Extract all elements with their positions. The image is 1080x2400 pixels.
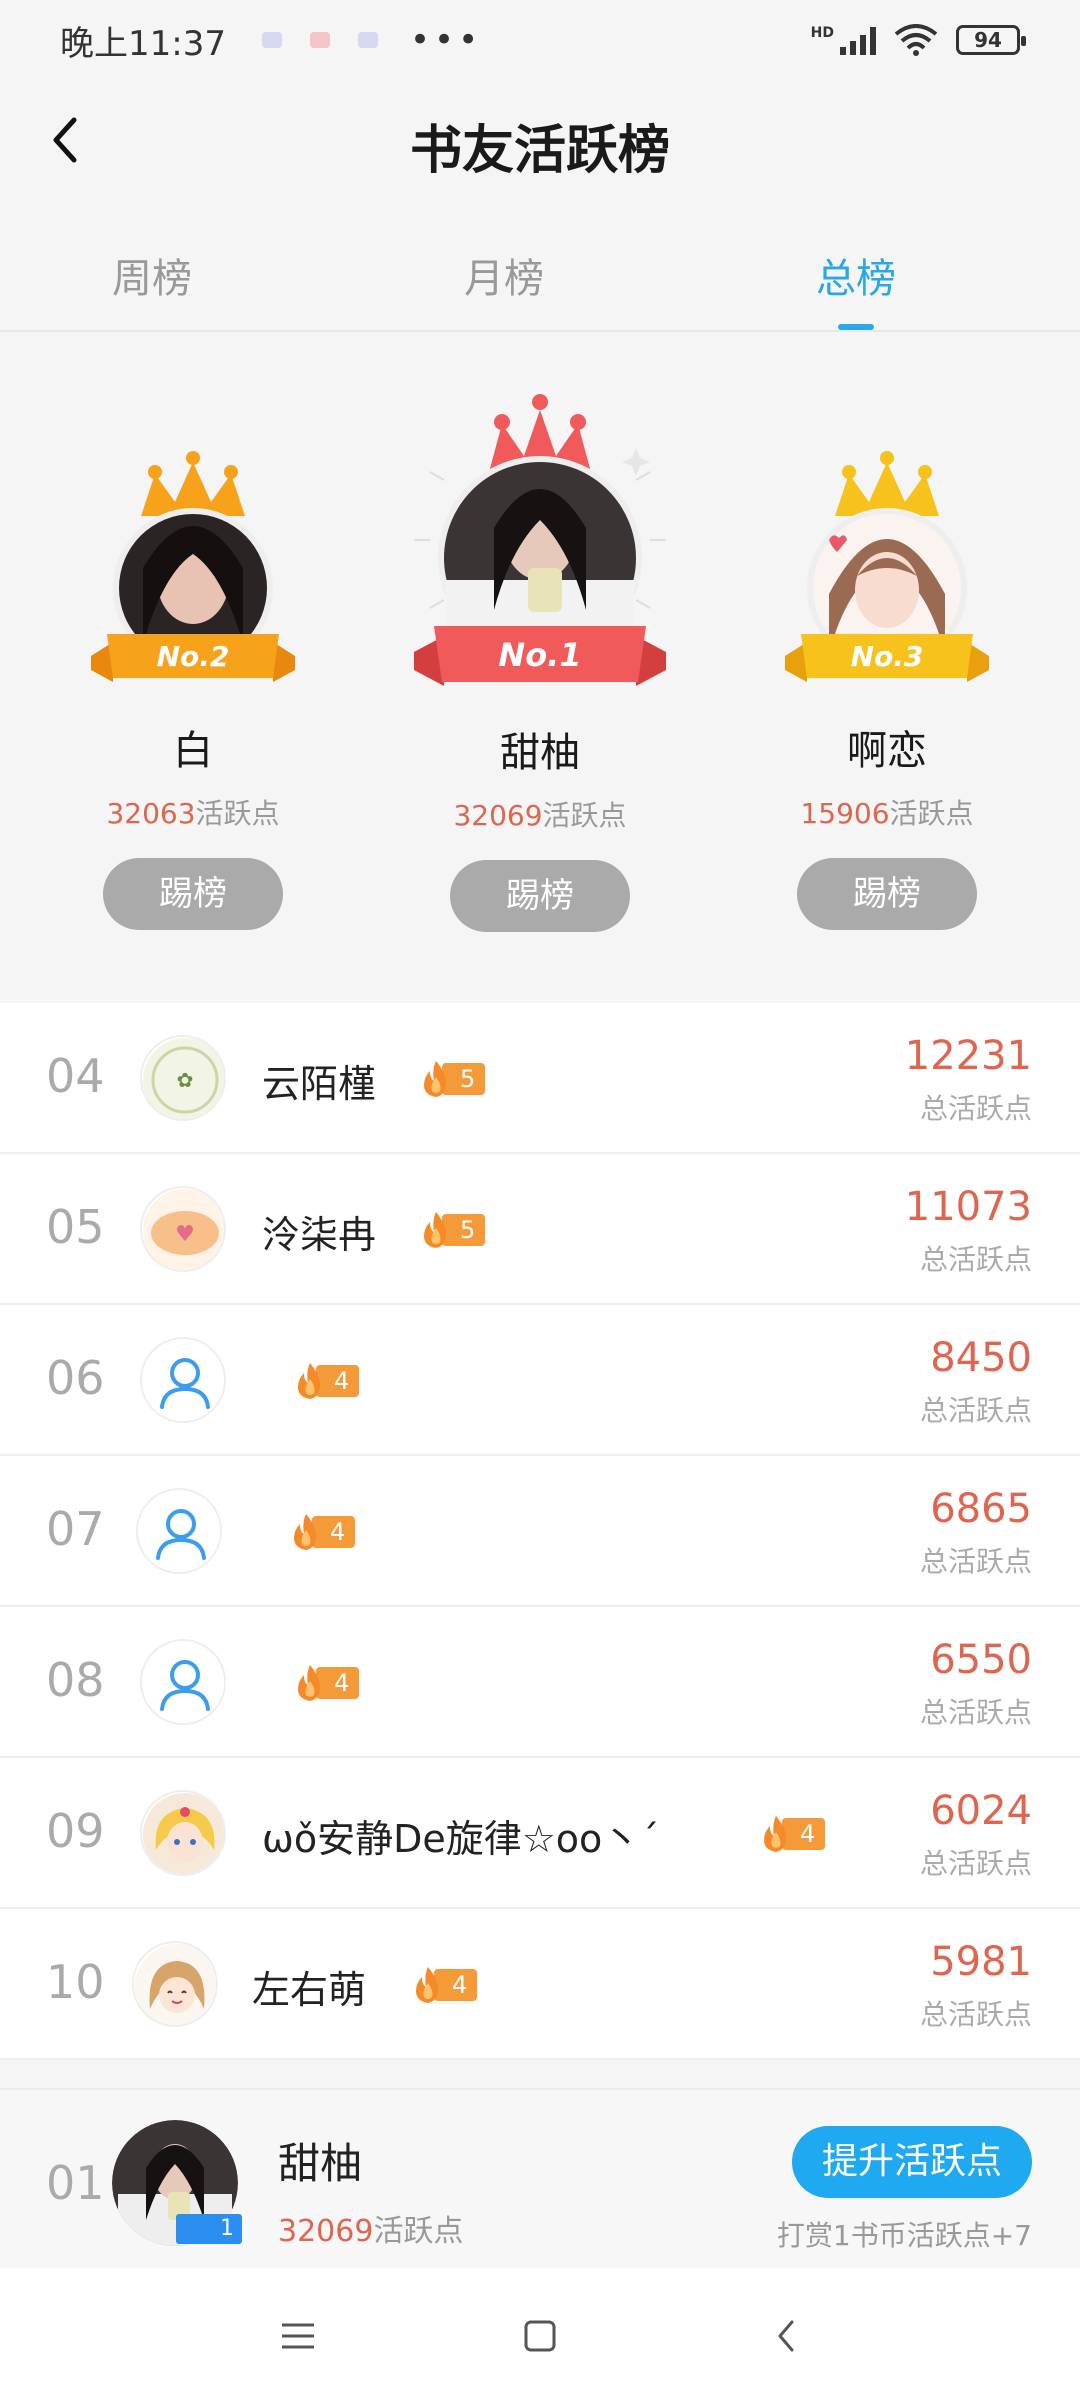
crown-avatar-third: No.3 <box>785 451 989 682</box>
podium-name: 啊恋 <box>847 728 927 774</box>
list-item[interactable]: 07 4 6865 总活跃点 <box>0 1456 1080 1607</box>
podium-score: 15906活跃点 <box>800 797 974 830</box>
flame-icon <box>298 1665 320 1701</box>
nav-back-button[interactable] <box>756 2312 816 2360</box>
notification-icon <box>309 32 330 48</box>
user-name: 左右萌 <box>252 1968 367 2012</box>
my-rank-number: 01 <box>46 2156 105 2210</box>
podium-name: 甜柚 <box>500 730 580 776</box>
menu-icon <box>282 2323 314 2349</box>
svg-text:✿: ✿ <box>177 1068 194 1092</box>
avatar <box>132 1941 218 2027</box>
podium-first[interactable]: No.1 甜柚 32069活跃点 踢榜 <box>400 380 680 932</box>
row-score: 6865 总活跃点 <box>919 1486 1032 1578</box>
tab-total[interactable]: 总榜 <box>776 246 936 304</box>
home-button[interactable] <box>510 2312 570 2360</box>
rank-number: 07 <box>46 1502 105 1556</box>
user-name: ωǒ安静De旋律☆oo丶ˊ <box>262 1817 660 1861</box>
notification-icon <box>261 32 282 48</box>
menu-button[interactable] <box>268 2312 328 2360</box>
level-badge: 5 <box>416 1061 486 1097</box>
svg-text:No.1: No.1 <box>498 636 581 674</box>
rank-number: 04 <box>46 1049 105 1103</box>
avatar: ♥ <box>140 1186 226 1272</box>
flame-icon <box>424 1061 446 1097</box>
flame-icon <box>416 1967 438 2003</box>
wifi-icon <box>894 24 938 56</box>
kick-button[interactable]: 踢榜 <box>103 858 283 930</box>
list-item[interactable]: 04 ✿ 云陌槿 5 12231 总活跃点 <box>0 1003 1080 1154</box>
battery-icon: 94 <box>956 25 1026 55</box>
user-name: 云陌槿 <box>262 1062 377 1106</box>
podium-second[interactable]: No.2 白 32063活跃点 踢榜 <box>53 444 333 930</box>
podium-third[interactable]: No.3 啊恋 15906活跃点 踢榜 <box>747 444 1027 930</box>
default-avatar-icon <box>140 1639 226 1725</box>
header: 书友活跃榜 <box>0 80 1080 200</box>
user-name: 泠柒冉 <box>262 1213 377 1257</box>
level-badge: 4 <box>408 1967 478 2003</box>
reward-tip: 打赏1书币活跃点+7 <box>776 2219 1032 2252</box>
kick-button[interactable]: 踢榜 <box>797 858 977 930</box>
list-item[interactable]: 05 ♥ 泠柒冉 5 11073 总活跃点 <box>0 1154 1080 1305</box>
rank-number: 06 <box>46 1351 105 1405</box>
row-score: 11073 总活跃点 <box>904 1184 1032 1276</box>
status-bar: 晚上11:37 ••• HD 94 <box>0 0 1080 80</box>
flame-icon <box>298 1363 320 1399</box>
tab-weekly[interactable]: 周榜 <box>72 246 232 304</box>
more-notifications: ••• <box>409 20 483 60</box>
level-badge: 4 <box>756 1816 826 1852</box>
home-square-icon <box>524 2320 556 2352</box>
svg-text:♥: ♥ <box>175 1222 195 1247</box>
status-time: 晚上11:37 <box>60 23 226 64</box>
crown-avatar-second: No.2 <box>91 451 295 682</box>
flame-icon <box>294 1514 316 1550</box>
tab-monthly[interactable]: 月榜 <box>424 246 584 304</box>
level-badge: 4 <box>290 1665 360 1701</box>
row-score: 8450 总活跃点 <box>919 1335 1032 1427</box>
ranking-list: 04 ✿ 云陌槿 5 12231 总活跃点 05 ♥ 泠柒冉 5 11073 总活跃… <box>0 1003 1080 2060</box>
rank-number: 05 <box>46 1200 105 1254</box>
row-score: 5981 总活跃点 <box>919 1939 1032 2031</box>
my-score: 32069活跃点 <box>278 2214 464 2249</box>
level-badge: 4 <box>290 1363 360 1399</box>
rank-number: 08 <box>46 1653 105 1707</box>
level-badge: 4 <box>286 1514 356 1550</box>
list-item[interactable]: 08 4 6550 总活跃点 <box>0 1607 1080 1758</box>
tab-indicator <box>838 324 874 330</box>
list-item[interactable]: 10 左右萌 4 5981 总活跃点 <box>0 1909 1080 2060</box>
row-score: 6024 总活跃点 <box>919 1788 1032 1880</box>
podium-score: 32063活跃点 <box>106 797 280 830</box>
crown-avatar-first: No.1 <box>414 394 666 686</box>
row-score: 12231 总活跃点 <box>904 1033 1032 1125</box>
avatar: ✿ <box>140 1035 226 1121</box>
back-arrow-icon <box>778 2320 794 2352</box>
svg-text:No.2: No.2 <box>157 640 230 673</box>
my-level-badge: 1 <box>176 2214 242 2244</box>
tab-bar: 周榜 月榜 总榜 <box>0 220 1080 332</box>
signal-icon: HD <box>811 25 876 55</box>
my-rank-bar: 01 1 甜柚 32069活跃点 提升活跃点 打赏1书币活跃点+7 <box>0 2088 1080 2268</box>
podium: No.2 白 32063活跃点 踢榜 No.1 甜柚 32069活跃点 踢榜 N… <box>0 334 1080 979</box>
podium-name: 白 <box>173 728 213 774</box>
kick-button[interactable]: 踢榜 <box>450 860 630 932</box>
rank-number: 10 <box>46 1955 105 2009</box>
row-score: 6550 总活跃点 <box>919 1637 1032 1729</box>
list-item[interactable]: 06 4 8450 总活跃点 <box>0 1305 1080 1456</box>
level-badge: 5 <box>416 1212 486 1248</box>
system-nav-bar <box>0 2268 1080 2400</box>
default-avatar-icon <box>140 1337 226 1423</box>
rank-number: 09 <box>46 1804 105 1858</box>
default-avatar-icon <box>136 1488 222 1574</box>
podium-score: 32069活跃点 <box>453 799 627 832</box>
notification-icon <box>357 32 378 48</box>
flame-icon <box>424 1212 446 1248</box>
flame-icon <box>764 1816 786 1852</box>
svg-text:No.3: No.3 <box>851 640 924 673</box>
avatar <box>140 1790 226 1876</box>
page-title: 书友活跃榜 <box>409 121 670 181</box>
boost-activity-button[interactable]: 提升活跃点 <box>792 2126 1032 2198</box>
my-name: 甜柚 <box>278 2139 363 2188</box>
list-item[interactable]: 09 ωǒ安静De旋律☆oo丶ˊ 4 6024 总活跃点 <box>0 1758 1080 1909</box>
